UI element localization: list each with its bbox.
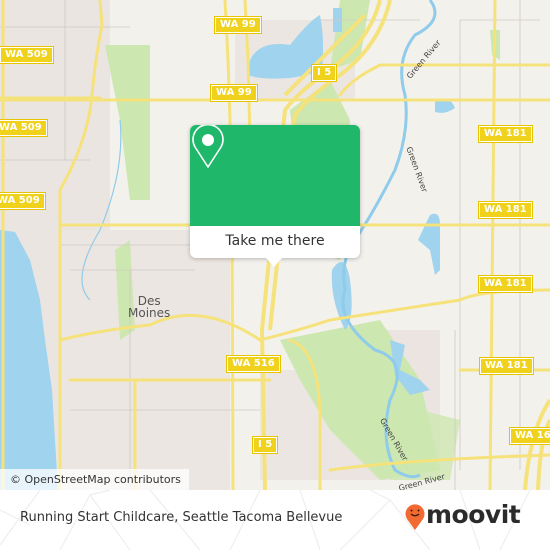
footer: Running Start Childcare, Seattle Tacoma … — [0, 490, 550, 550]
map-pin-icon — [192, 125, 224, 168]
park — [105, 45, 150, 200]
route-shield: I 5 — [310, 64, 338, 82]
lake — [418, 213, 440, 275]
take-me-there-button[interactable]: Take me there — [190, 226, 360, 258]
route-shield: I 5 — [251, 436, 279, 454]
route-shield: WA 509 — [0, 119, 48, 137]
freeway-wa167 — [523, 398, 550, 490]
route-shield: WA 167 — [509, 427, 550, 445]
route-shield: WA 181 — [479, 357, 534, 375]
moovit-logo-icon — [405, 504, 425, 530]
city-label-line: Moines — [128, 306, 171, 320]
map[interactable]: WA 509 WA 509 WA 509 WA 99 WA 99 I 5 I 5… — [0, 0, 550, 490]
route-shield: WA 99 — [210, 84, 258, 102]
map-attribution[interactable]: © OpenStreetMap contributors — [0, 469, 189, 490]
destination-popup: Take me there — [190, 125, 360, 267]
popup-pointer — [266, 258, 282, 267]
place-name: Running Start Childcare, Seattle Tacoma … — [20, 510, 343, 525]
route-shield: WA 99 — [214, 16, 262, 34]
route-shield: WA 181 — [478, 275, 533, 293]
route-shield: WA 516 — [226, 355, 281, 373]
popup-header — [190, 125, 360, 226]
urban-area — [60, 230, 230, 490]
moovit-wordmark: moovit — [426, 500, 521, 529]
city-label-des-moines: Des Moines — [128, 295, 170, 319]
route-shield: WA 181 — [478, 201, 533, 219]
route-shield: WA 509 — [0, 46, 54, 64]
route-shield: WA 181 — [478, 125, 533, 143]
route-shield: WA 509 — [0, 192, 46, 210]
